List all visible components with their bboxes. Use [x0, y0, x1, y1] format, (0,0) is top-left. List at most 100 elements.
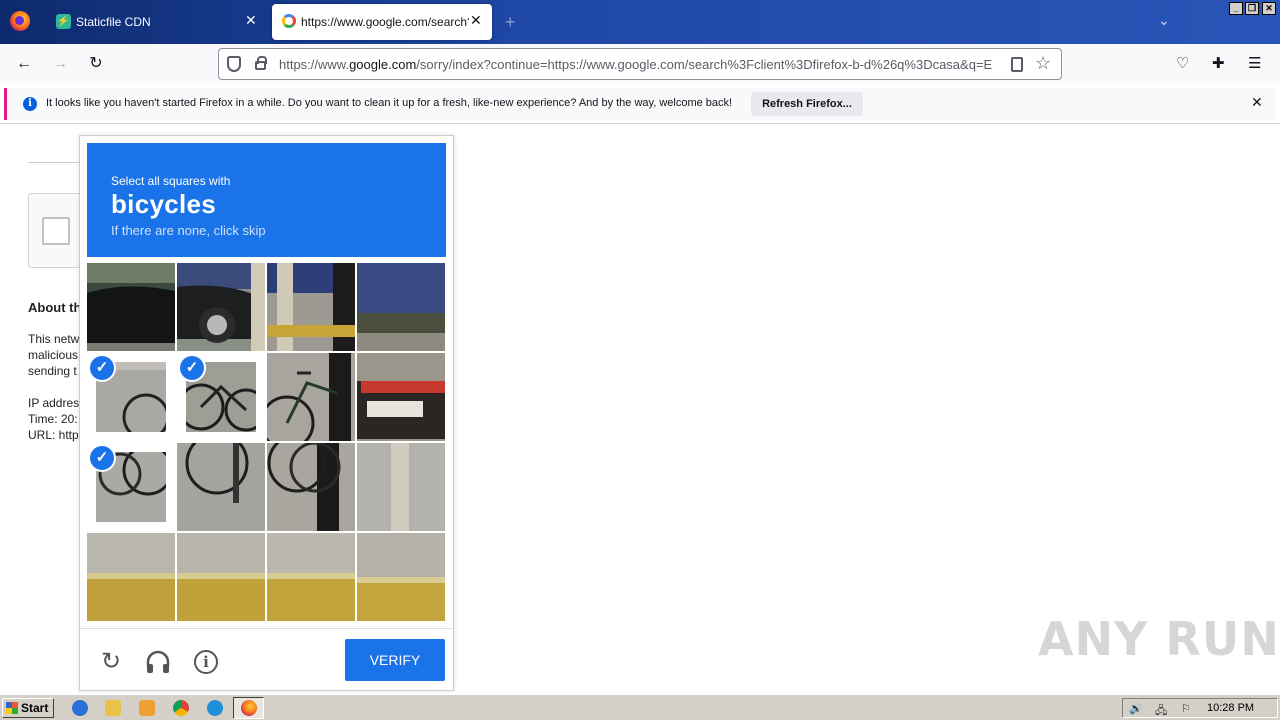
list-all-tabs-icon[interactable]: ⌄: [1158, 12, 1170, 29]
time-line: Time: 20:: [28, 412, 78, 426]
tile-image: [357, 263, 445, 351]
tile-image: [177, 263, 265, 351]
internet-explorer-icon[interactable]: [72, 700, 88, 716]
captcha-tile[interactable]: [357, 443, 445, 531]
tab-staticfile[interactable]: ⚡ Staticfile CDN ✕: [42, 0, 270, 44]
notification-message: It looks like you haven't started Firefo…: [46, 97, 733, 109]
reload-icon[interactable]: ↻: [97, 648, 125, 676]
flag-icon[interactable]: ⚐: [1181, 702, 1195, 715]
page-text-line: sending t: [28, 364, 77, 378]
reader-view-icon[interactable]: [1011, 57, 1023, 72]
captcha-tile-selected[interactable]: ✓: [177, 353, 265, 441]
chrome-icon[interactable]: [173, 700, 189, 716]
firefox-menu-icon[interactable]: [10, 11, 30, 31]
network-icon[interactable]: 🖧: [1155, 702, 1169, 717]
firefox-taskbar-button[interactable]: [233, 697, 264, 719]
url-line: URL: http: [28, 428, 79, 442]
check-icon: ✓: [180, 356, 204, 380]
tile-image: [357, 533, 445, 621]
system-tray: 🔊 🖧 ⚐ 10:28 PM: [1122, 698, 1278, 718]
bookmark-star-icon[interactable]: ☆: [1035, 53, 1051, 74]
tab-google[interactable]: https://www.google.com/search?c ✕: [272, 4, 492, 40]
captcha-tile[interactable]: [357, 353, 445, 441]
reload-icon[interactable]: ↻: [84, 52, 108, 76]
app-menu-icon[interactable]: ☰: [1248, 54, 1261, 72]
headphones-glyph: [146, 650, 170, 673]
page-text-line: This netw: [28, 332, 80, 346]
toolbar-divider: [0, 123, 1280, 124]
clock: 10:28 PM: [1207, 702, 1255, 714]
close-tab-icon[interactable]: ✕: [245, 12, 257, 29]
info-icon: i: [23, 97, 37, 111]
captcha-tile[interactable]: [267, 443, 355, 531]
media-player-icon[interactable]: [139, 700, 155, 716]
tile-image: [267, 263, 355, 351]
back-icon[interactable]: ←: [12, 52, 36, 76]
captcha-tile[interactable]: [357, 533, 445, 621]
captcha-tile-selected[interactable]: ✓: [87, 443, 175, 531]
tile-image: [357, 443, 445, 531]
info-icon[interactable]: i: [194, 650, 218, 674]
url-bar[interactable]: https://www.google.com/sorry/index?conti…: [218, 48, 1062, 80]
headphones-icon[interactable]: [144, 648, 172, 676]
tab-strip: ⚡ Staticfile CDN ✕ https://www.google.co…: [0, 0, 1280, 44]
firefox-icon: [241, 700, 257, 716]
tracking-protection-icon[interactable]: [227, 56, 241, 72]
url-text[interactable]: https://www.google.com/sorry/index?conti…: [279, 57, 1001, 72]
captcha-tile[interactable]: [267, 353, 355, 441]
tile-image: [177, 533, 265, 621]
captcha-tile[interactable]: [267, 533, 355, 621]
captcha-hint: If there are none, click skip: [111, 223, 266, 238]
tile-image: [267, 443, 355, 531]
google-icon: [282, 14, 296, 28]
close-notification-icon[interactable]: ✕: [1251, 94, 1263, 111]
close-window-icon[interactable]: ✕: [1262, 2, 1276, 15]
tab-title: Staticfile CDN: [76, 15, 151, 29]
verify-button[interactable]: VERIFY: [345, 639, 445, 681]
anyrun-watermark: ANY RUN: [1038, 612, 1280, 666]
captcha-grid: ✓ ✓ ✓: [87, 263, 447, 623]
start-label: Start: [21, 701, 49, 715]
minimize-icon[interactable]: _: [1229, 2, 1243, 15]
captcha-tile[interactable]: [87, 263, 175, 351]
file-explorer-icon[interactable]: [105, 700, 121, 716]
volume-icon[interactable]: 🔊: [1129, 702, 1143, 715]
url-path: /sorry/index?continue=https://www.google…: [416, 57, 993, 72]
staticfile-icon: ⚡: [56, 14, 71, 29]
captcha-tile[interactable]: [177, 263, 265, 351]
captcha-tile[interactable]: [267, 263, 355, 351]
captcha-tile[interactable]: [177, 533, 265, 621]
url-domain: google.com: [349, 57, 417, 72]
captcha-tile[interactable]: [357, 263, 445, 351]
captcha-tile-selected[interactable]: ✓: [87, 353, 175, 441]
captcha-tile[interactable]: [87, 533, 175, 621]
navigation-toolbar: ← → ↻ https://www.google.com/sorry/index…: [0, 44, 1280, 84]
restore-icon[interactable]: ❐: [1245, 2, 1259, 15]
refresh-firefox-button[interactable]: Refresh Firefox...: [751, 92, 863, 116]
forward-icon[interactable]: →: [48, 52, 72, 76]
captcha-instruction: Select all squares with: [111, 174, 231, 188]
captcha-footer: ↻ i VERIFY: [80, 628, 453, 690]
edge-icon[interactable]: [207, 700, 223, 716]
page-heading: About th: [28, 300, 80, 315]
tab-title: https://www.google.com/search?c: [301, 15, 469, 29]
tile-image: [267, 353, 355, 441]
ip-address-line: IP addres: [28, 396, 80, 410]
url-prefix: https://www.: [279, 57, 350, 72]
lock-icon[interactable]: [255, 56, 267, 70]
new-tab-icon[interactable]: +: [505, 12, 516, 33]
tile-image: [87, 533, 175, 621]
tile-image: [87, 263, 175, 351]
start-button[interactable]: Start: [2, 698, 54, 718]
check-icon: ✓: [90, 446, 114, 470]
page-text-line: malicious: [28, 348, 79, 362]
taskbar: Start 🔊 🖧 ⚐ 10:28 PM: [0, 694, 1280, 720]
close-tab-icon[interactable]: ✕: [470, 12, 482, 29]
captcha-target: bicycles: [111, 189, 217, 219]
recaptcha-checkbox[interactable]: [42, 217, 70, 245]
captcha-tile[interactable]: [177, 443, 265, 531]
extensions-icon[interactable]: ✚: [1212, 54, 1225, 72]
pocket-icon[interactable]: ♡: [1176, 54, 1189, 72]
tile-image: [267, 533, 355, 621]
windows-logo-icon: [6, 702, 18, 714]
